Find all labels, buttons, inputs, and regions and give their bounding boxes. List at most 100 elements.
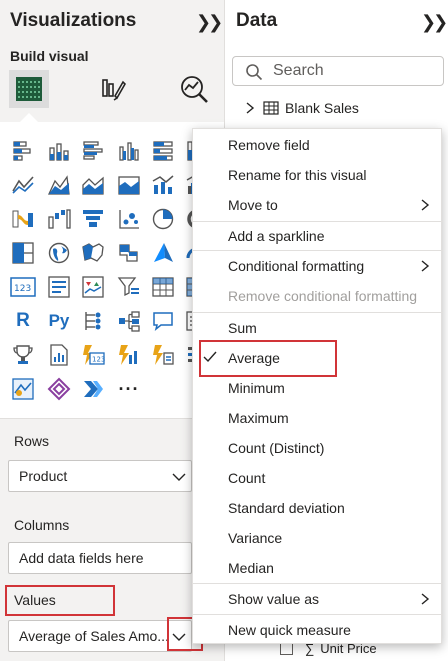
visualizations-title: Visualizations [10, 10, 137, 31]
search-box[interactable]: Search [232, 56, 444, 86]
columns-placeholder: Add data fields here [19, 550, 144, 566]
menu-item-minimum[interactable]: Minimum [193, 373, 443, 403]
scatter-chart-icon[interactable] [116, 206, 142, 232]
menu-item-label: Standard deviation [228, 500, 345, 516]
rows-well-label: Rows [14, 433, 50, 449]
format-visual-tab-icon[interactable] [92, 70, 132, 108]
svg-text:123: 123 [14, 284, 31, 294]
table-name: Blank Sales [285, 100, 359, 116]
table-icon [263, 101, 279, 115]
clustered-bar-chart-icon[interactable] [80, 138, 106, 164]
r-script-visual-icon[interactable]: R [10, 308, 36, 334]
menu-item-move-to[interactable]: Move to [193, 190, 443, 220]
rows-field-value: Product [19, 468, 68, 484]
stacked-area-chart-icon[interactable] [80, 172, 106, 198]
values-label-highlight [5, 585, 115, 616]
100-stacked-area-chart-icon[interactable] [116, 172, 142, 198]
menu-item-show-value-as[interactable]: Show value as [193, 584, 443, 614]
average-highlight [199, 340, 337, 377]
build-visual-tab-icon[interactable] [9, 70, 49, 108]
key-influencers-icon[interactable] [80, 308, 106, 334]
stacked-column-chart-icon[interactable] [46, 138, 72, 164]
analytics-tab-icon[interactable] [174, 70, 214, 108]
map-icon[interactable] [46, 240, 72, 266]
menu-item-median[interactable]: Median [193, 553, 443, 583]
chevron-right-icon [421, 593, 430, 605]
menu-item-label: Sum [228, 320, 257, 336]
power-automate-flow-icon[interactable] [80, 376, 106, 402]
arcgis-maps-icon[interactable] [10, 376, 36, 402]
shape-map-icon[interactable] [116, 240, 142, 266]
chevron-down-icon[interactable] [171, 469, 187, 485]
kpi-icon[interactable] [80, 274, 106, 300]
search-icon [246, 64, 263, 81]
menu-item-remove-field[interactable]: Remove field [193, 130, 443, 160]
funnel-chart-icon[interactable] [80, 206, 106, 232]
field-context-menu: Remove field Rename for this visual Move… [192, 128, 443, 645]
columns-well-dropzone[interactable]: Add data fields here [8, 542, 192, 574]
paginated-report-icon[interactable] [46, 342, 72, 368]
menu-item-label: Variance [228, 530, 283, 546]
line-chart-icon[interactable] [10, 172, 36, 198]
gallery-divider [0, 418, 224, 419]
columns-well-label: Columns [14, 517, 70, 533]
menu-item-add-sparkline[interactable]: Add a sparkline [193, 221, 443, 251]
stacked-bar-chart-icon[interactable] [10, 138, 36, 164]
menu-item-label: Maximum [228, 410, 289, 426]
decomposition-tree-icon[interactable] [116, 308, 142, 334]
power-apps-icon[interactable] [150, 342, 176, 368]
slicer-icon[interactable] [116, 274, 142, 300]
menu-item-label: Show value as [228, 591, 320, 607]
menu-item-maximum[interactable]: Maximum [193, 403, 443, 433]
chevron-right-icon [421, 260, 430, 272]
menu-item-label: Remove field [228, 137, 310, 153]
menu-item-label: Count [228, 470, 266, 486]
python-visual-icon[interactable]: Py [46, 308, 72, 334]
rows-well-field[interactable]: Product [8, 460, 192, 492]
menu-item-label: Move to [228, 197, 278, 213]
area-chart-icon[interactable] [46, 172, 72, 198]
menu-item-count-distinct[interactable]: Count (Distinct) [193, 433, 443, 463]
menu-item-label: Remove conditional formatting [228, 288, 418, 304]
menu-item-conditional-formatting[interactable]: Conditional formatting [193, 251, 443, 281]
values-well-field[interactable]: Average of Sales Amo... [8, 620, 192, 652]
clustered-column-chart-icon[interactable] [116, 138, 142, 164]
menu-item-remove-conditional-formatting: Remove conditional formatting [193, 281, 443, 311]
menu-item-label: Rename for this visual [228, 167, 367, 183]
power-apps-diamond-icon[interactable] [46, 376, 72, 402]
metrics-visual-icon[interactable] [10, 342, 36, 368]
selected-tab-indicator [20, 113, 38, 122]
more-visuals-icon[interactable]: ··· [116, 376, 142, 402]
pie-chart-icon[interactable] [150, 206, 176, 232]
power-automate-icon[interactable] [116, 342, 142, 368]
filled-map-icon[interactable] [80, 240, 106, 266]
menu-item-variance[interactable]: Variance [193, 523, 443, 553]
menu-item-new-quick-measure[interactable]: New quick measure [193, 615, 443, 645]
multi-row-card-icon[interactable] [46, 274, 72, 300]
search-input[interactable]: Search [273, 62, 324, 80]
menu-item-label: New quick measure [228, 622, 351, 638]
qa-visual-icon[interactable] [150, 308, 176, 334]
collapse-data-icon[interactable]: ❯❯ [421, 12, 448, 33]
card-icon[interactable]: 123 [10, 274, 36, 300]
ribbon-chart-icon[interactable] [10, 206, 36, 232]
treemap-icon[interactable] [10, 240, 36, 266]
power-automate-card-icon[interactable]: 123 [80, 342, 106, 368]
build-visual-label: Build visual [10, 48, 89, 64]
svg-text:123: 123 [92, 356, 105, 364]
100-stacked-bar-chart-icon[interactable] [150, 138, 176, 164]
waterfall-chart-icon[interactable] [46, 206, 72, 232]
menu-item-standard-deviation[interactable]: Standard deviation [193, 493, 443, 523]
menu-item-count[interactable]: Count [193, 463, 443, 493]
azure-map-icon[interactable] [150, 240, 176, 266]
table-icon[interactable] [150, 274, 176, 300]
line-and-stacked-column-chart-icon[interactable] [150, 172, 176, 198]
collapse-visualizations-icon[interactable]: ❯❯ [196, 12, 223, 33]
chevron-right-icon[interactable] [243, 101, 257, 115]
visual-gallery: 123 R Py 123 ··· [0, 122, 224, 418]
table-blank-sales[interactable]: Blank Sales [243, 100, 359, 116]
menu-item-label: Add a sparkline [228, 228, 325, 244]
menu-item-sum[interactable]: Sum [193, 313, 443, 343]
chevron-right-icon [421, 199, 430, 211]
menu-item-rename[interactable]: Rename for this visual [193, 160, 443, 190]
